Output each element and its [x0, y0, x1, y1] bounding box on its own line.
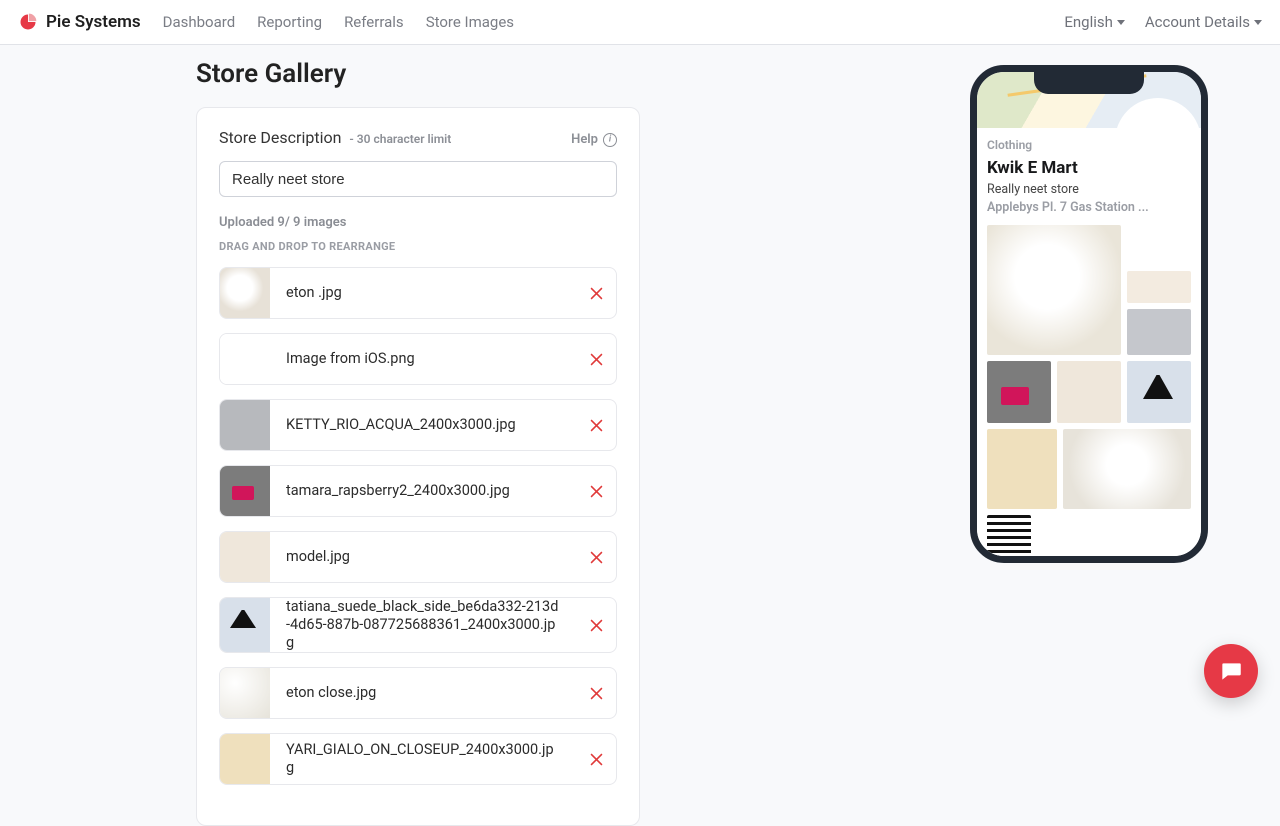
file-name: Image from iOS.png — [270, 350, 576, 368]
close-icon — [588, 351, 605, 368]
phone-notch — [1034, 72, 1144, 94]
nav-dashboard[interactable]: Dashboard — [163, 13, 236, 31]
file-row[interactable]: YARI_GIALO_ON_CLOSEUP_2400x3000.jpg — [219, 733, 617, 785]
close-icon — [588, 751, 605, 768]
preview-image — [1127, 361, 1191, 423]
preview-row4 — [987, 429, 1191, 561]
preview-store-desc: Really neet store — [987, 182, 1191, 197]
nav-referrals[interactable]: Referrals — [344, 13, 404, 31]
file-thumbnail — [220, 532, 270, 582]
delete-file-button[interactable] — [576, 617, 616, 634]
preview-image — [987, 225, 1121, 355]
preview-side-column — [1127, 225, 1191, 355]
language-label: English — [1064, 13, 1113, 31]
file-thumbnail — [220, 668, 270, 718]
upload-count: Uploaded 9/ 9 images — [219, 215, 617, 230]
delete-file-button[interactable] — [576, 285, 616, 302]
file-row[interactable]: eton close.jpg — [219, 667, 617, 719]
delete-file-button[interactable] — [576, 351, 616, 368]
main: Store Gallery Store Description - 30 cha… — [0, 45, 1280, 826]
caret-down-icon — [1254, 20, 1262, 25]
close-icon — [588, 285, 605, 302]
pie-logo-icon — [18, 12, 38, 32]
close-icon — [588, 483, 605, 500]
account-label: Account Details — [1145, 13, 1250, 31]
gallery-card: Store Description - 30 character limit H… — [196, 107, 640, 826]
preview-row3 — [987, 361, 1191, 423]
file-thumbnail — [220, 734, 270, 784]
header-right: English Account Details — [1064, 13, 1262, 31]
preview-swoop — [1115, 98, 1201, 184]
close-icon — [588, 685, 605, 702]
page-title: Store Gallery — [196, 59, 640, 89]
file-thumbnail — [220, 268, 270, 318]
file-row[interactable]: model.jpg — [219, 531, 617, 583]
preview-image — [1127, 271, 1191, 303]
language-dropdown[interactable]: English — [1064, 13, 1125, 31]
preview-image — [1063, 429, 1191, 509]
description-header-row: Store Description - 30 character limit H… — [219, 128, 617, 147]
account-dropdown[interactable]: Account Details — [1145, 13, 1262, 31]
file-thumbnail — [220, 334, 270, 384]
close-icon — [588, 417, 605, 434]
file-name: tamara_rapsberry2_2400x3000.jpg — [270, 482, 576, 500]
file-name: KETTY_RIO_ACQUA_2400x3000.jpg — [270, 416, 576, 434]
preview-image — [987, 515, 1031, 561]
file-name: model.jpg — [270, 548, 576, 566]
caret-down-icon — [1117, 20, 1125, 25]
store-description-input[interactable] — [219, 161, 617, 197]
file-row[interactable]: KETTY_RIO_ACQUA_2400x3000.jpg — [219, 399, 617, 451]
delete-file-button[interactable] — [576, 751, 616, 768]
close-icon — [588, 617, 605, 634]
file-thumbnail — [220, 400, 270, 450]
file-thumbnail — [220, 466, 270, 516]
file-row[interactable]: eton .jpg — [219, 267, 617, 319]
preview-gallery-grid — [987, 225, 1191, 355]
preview-col4a — [987, 429, 1057, 561]
primary-nav: Dashboard Reporting Referrals Store Imag… — [163, 13, 514, 31]
close-icon — [588, 549, 605, 566]
brand: Pie Systems — [18, 12, 141, 32]
info-icon — [603, 133, 617, 147]
left-column: Store Gallery Store Description - 30 cha… — [196, 59, 640, 826]
preview-store-address: Applebys Pl. 7 Gas Station ... — [987, 200, 1191, 215]
help-label: Help — [571, 132, 598, 147]
chat-icon — [1218, 658, 1244, 684]
file-list: eton .jpg Image from iOS.png KETTY_RIO_A… — [219, 267, 617, 785]
preview-image — [1127, 309, 1191, 355]
dnd-hint: DRAG AND DROP TO REARRANGE — [219, 240, 617, 253]
nav-store-images[interactable]: Store Images — [426, 13, 514, 31]
preview-image — [1057, 361, 1121, 423]
file-name: eton .jpg — [270, 284, 576, 302]
delete-file-button[interactable] — [576, 483, 616, 500]
preview-image — [1127, 225, 1191, 265]
file-name: tatiana_suede_black_side_be6da332-213d-4… — [270, 598, 576, 652]
description-label: Store Description — [219, 128, 341, 147]
delete-file-button[interactable] — [576, 549, 616, 566]
preview-image — [987, 361, 1051, 423]
file-thumbnail — [220, 598, 270, 652]
delete-file-button[interactable] — [576, 417, 616, 434]
preview-body: Clothing Kwik E Mart Really neet store A… — [977, 128, 1201, 561]
app-header: Pie Systems Dashboard Reporting Referral… — [0, 0, 1280, 45]
file-name: eton close.jpg — [270, 684, 576, 702]
description-limit: - 30 character limit — [349, 132, 451, 146]
file-name: YARI_GIALO_ON_CLOSEUP_2400x3000.jpg — [270, 741, 576, 777]
preview-image — [987, 429, 1057, 509]
brand-name: Pie Systems — [46, 12, 141, 32]
chat-fab[interactable] — [1204, 644, 1258, 698]
file-row[interactable]: tatiana_suede_black_side_be6da332-213d-4… — [219, 597, 617, 653]
nav-reporting[interactable]: Reporting — [257, 13, 322, 31]
description-label-wrap: Store Description - 30 character limit — [219, 128, 451, 147]
phone-preview: Clothing Kwik E Mart Really neet store A… — [970, 65, 1208, 563]
file-row[interactable]: tamara_rapsberry2_2400x3000.jpg — [219, 465, 617, 517]
file-row[interactable]: Image from iOS.png — [219, 333, 617, 385]
help-button[interactable]: Help — [571, 132, 617, 147]
delete-file-button[interactable] — [576, 685, 616, 702]
